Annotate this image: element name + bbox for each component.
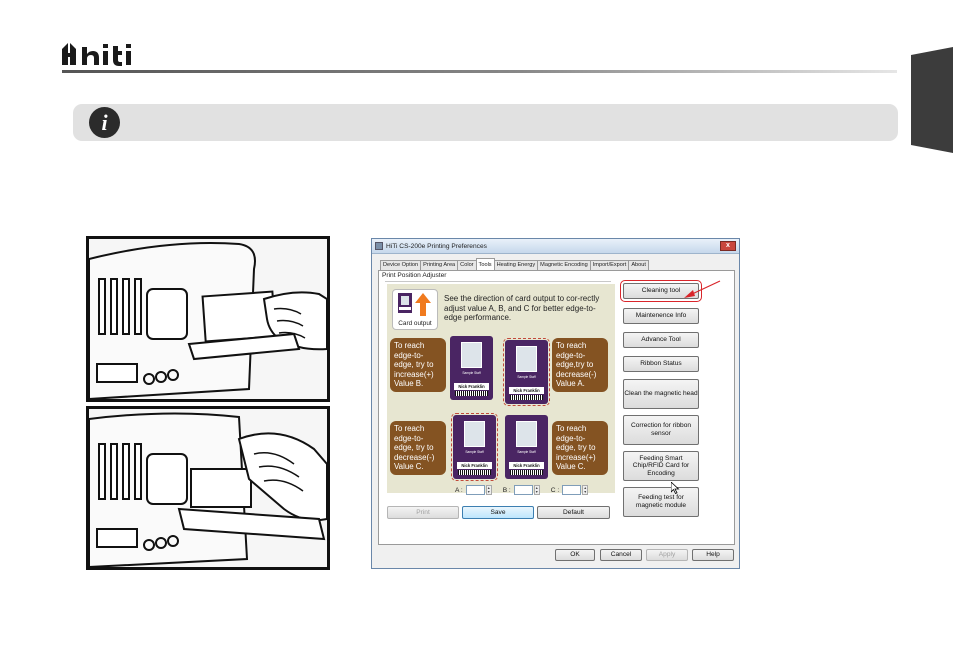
info-icon: i [89,107,120,138]
field-b-label: B : [502,486,511,494]
card-subtitle: Sample Staff [462,371,481,375]
hint-top-right: To reach edge-to-edge,try to decrease(-)… [552,338,608,392]
tab-heating-energy[interactable]: Heating Energy [493,260,539,270]
portrait-photo [461,342,482,368]
barcode [458,470,491,475]
portrait-photo [516,421,537,447]
printer-icon [375,242,383,250]
ok-button[interactable]: OK [555,549,595,561]
tab-bar: Device Option Printing Area Color Tools … [380,258,649,270]
default-button[interactable]: Default [537,506,610,519]
apply-button[interactable]: Apply [646,549,688,561]
save-button[interactable]: Save [462,506,534,519]
card-subtitle: Sample Staff [465,450,484,454]
tab-about[interactable]: About [628,260,649,270]
mouse-cursor-icon [671,482,680,494]
header-rule [62,70,897,73]
portrait-photo [464,421,485,447]
card-subtitle: Sample Staff [517,375,536,379]
portrait-photo [516,346,537,372]
printer-photo-remove [86,406,330,570]
hiti-logo [62,43,131,66]
field-a-input[interactable] [465,485,485,495]
tab-tools[interactable]: Tools [475,258,495,270]
hint-bottom-right: To reach edge-to-edge, try to increase(+… [552,421,608,475]
card-output-graphic: Card output [392,289,438,330]
offset-fields: A : ▲ ▼ B : ▲ ▼ C : ▲ ▼ [455,484,599,496]
card-name: Nick Franklin [509,387,544,394]
dialog-titlebar: HiTi CS-200e Printing Preferences [372,239,739,254]
dialog-title: HiTi CS-200e Printing Preferences [386,242,487,250]
hint-top-left: To reach edge-to-edge, try to increase(+… [390,338,446,392]
printer-illustration-1 [89,242,327,399]
print-position-adjuster: Card output See the direction of card ou… [387,284,615,493]
sample-card-br: Sample Staff Nick Franklin [505,415,548,479]
field-c-label: C : [550,486,560,494]
printer-photo-insert [86,236,330,402]
ribbon-sensor-correction-button[interactable]: Correction for ribbon sensor [623,415,699,445]
field-a-spinner[interactable]: ▲ ▼ [485,485,492,495]
card-subtitle: Sample Staff [517,450,536,454]
card-output-label: Card output [398,320,432,327]
card-name: Nick Franklin [454,383,489,390]
instruction-text: See the direction of card output to cor-… [444,294,600,322]
chapter-tab [911,47,953,153]
printer-illustration-2 [89,412,327,567]
field-b-spinner[interactable]: ▲ ▼ [533,485,540,495]
maintenance-info-button[interactable]: Maintenence Info [623,308,699,324]
note-bar: i [73,104,898,141]
field-a-label: A : [455,486,463,494]
ribbon-status-button[interactable]: Ribbon Status [623,356,699,372]
barcode [510,395,543,400]
field-c-input[interactable] [562,485,582,495]
card-name: Nick Franklin [457,462,492,469]
tab-magnetic-encoding[interactable]: Magnetic Encoding [537,260,591,270]
advance-tool-button[interactable]: Advance Tool [623,332,699,348]
tools-panel: Print Position Adjuster Card output See … [378,270,735,545]
hint-bottom-left: To reach edge-to-edge, try to decrease(-… [390,421,446,475]
barcode [510,470,543,475]
tab-printing-area[interactable]: Printing Area [420,260,459,270]
red-pointer-arrow-icon [684,280,721,298]
barcode [455,391,488,396]
sample-card-tl: Sample Staff Nick Franklin [450,336,493,400]
sample-card-tr: Sample Staff Nick Franklin [503,338,550,406]
card-name: Nick Franklin [509,462,544,469]
print-button[interactable]: Print [387,506,459,519]
feed-smart-chip-button[interactable]: Feeding Smart Chip/RFID Card for Encodin… [623,451,699,481]
close-button[interactable]: x [720,241,736,251]
clean-magnetic-head-button[interactable]: Clean the magnetic head [623,379,699,409]
group-label: Print Position Adjuster [382,272,447,279]
magnetic-feed-test-button[interactable]: Feeding test for magnetic module [623,487,699,517]
field-c-spinner[interactable]: ▲ ▼ [582,485,589,495]
tab-import-export[interactable]: Import/Export [589,260,630,270]
sample-card-bl: Sample Staff Nick Franklin [451,413,498,481]
tab-color[interactable]: Color [457,260,477,270]
card-output-icon [398,293,431,316]
tab-device-option[interactable]: Device Option [380,260,422,270]
cancel-button[interactable]: Cancel [600,549,642,561]
group-divider [385,281,611,282]
field-b-input[interactable] [513,485,533,495]
help-button[interactable]: Help [692,549,734,561]
